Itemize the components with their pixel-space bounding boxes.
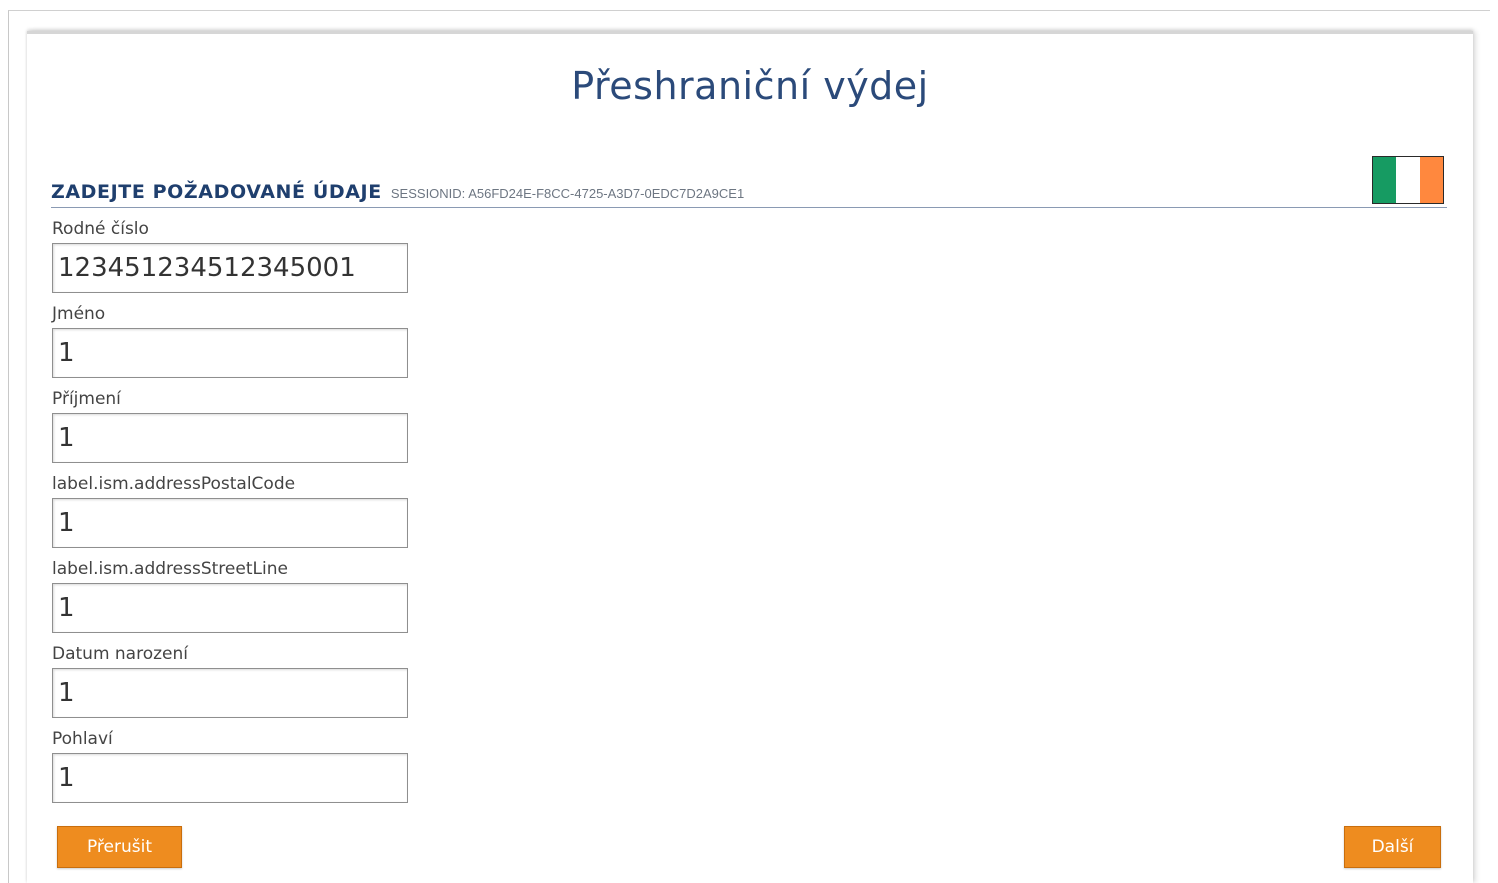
gender-label: Pohlaví: [52, 729, 113, 749]
section-header: ZADEJTE POŽADOVANÉ ÚDAJE SESSIONID: A56F…: [51, 181, 1447, 208]
cancel-button[interactable]: Přerušit: [57, 826, 182, 868]
flag-stripe-green: [1373, 157, 1397, 203]
flag-stripe-white: [1396, 157, 1420, 203]
ireland-flag-icon: [1372, 156, 1444, 204]
last-name-label: Příjmení: [52, 389, 121, 409]
postal-code-input[interactable]: [52, 498, 408, 548]
page-title: Přeshraniční výdej: [571, 64, 929, 108]
birth-number-input[interactable]: [52, 243, 408, 293]
last-name-input[interactable]: [52, 413, 408, 463]
birth-date-label: Datum narození: [52, 644, 188, 664]
first-name-input[interactable]: [52, 328, 408, 378]
street-line-input[interactable]: [52, 583, 408, 633]
main-panel: Přeshraniční výdej ZADEJTE POŽADOVANÉ ÚD…: [27, 31, 1473, 883]
session-id: SESSIONID: A56FD24E-F8CC-4725-A3D7-0EDC7…: [390, 186, 745, 201]
birth-date-input[interactable]: [52, 668, 408, 718]
section-title: ZADEJTE POŽADOVANÉ ÚDAJE: [51, 181, 382, 203]
first-name-label: Jméno: [52, 304, 106, 324]
postal-code-label: label.ism.addressPostalCode: [52, 474, 296, 494]
next-button[interactable]: Další: [1344, 826, 1441, 868]
street-line-label: label.ism.addressStreetLine: [52, 559, 288, 579]
gender-input[interactable]: [52, 753, 408, 803]
birth-number-label: Rodné číslo: [52, 219, 149, 239]
flag-stripe-orange: [1419, 157, 1443, 203]
